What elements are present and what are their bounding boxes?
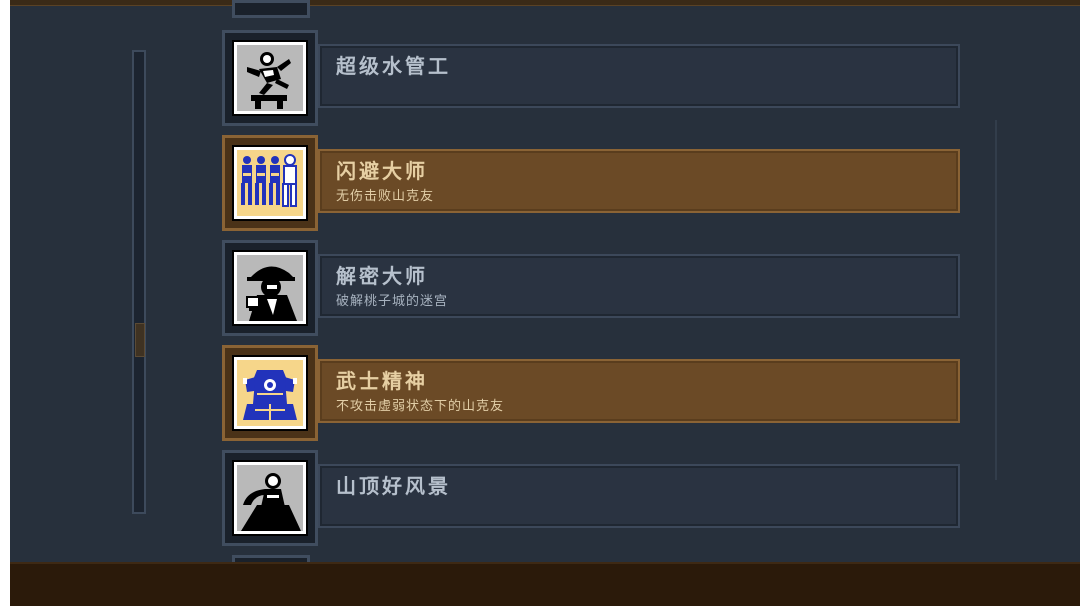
achievement-description: 不攻击虚弱状态下的山克友: [336, 399, 505, 414]
achievement-icon-frame: [222, 450, 318, 546]
dodge-afterimage-icon: [241, 154, 297, 207]
achievement-row[interactable]: 超级水管工: [222, 30, 962, 126]
achievement-row[interactable]: 解密大师 破解桃子城的迷宫: [222, 240, 962, 336]
achievement-description: 无伤击败山克友: [336, 189, 435, 204]
plumber-jump-icon: [247, 52, 291, 109]
decorative-divider: [995, 120, 997, 480]
scrollbar-thumb[interactable]: [135, 323, 145, 357]
achievement-icon-partial-top: [232, 0, 310, 18]
achievement-title: 山顶好风景: [336, 474, 451, 498]
achievement-bar: 闪避大师 无伤击败山克友: [318, 149, 960, 213]
achievement-title: 解密大师: [336, 264, 428, 288]
bottom-bar: [10, 562, 1080, 606]
achievement-bar: 山顶好风景: [318, 464, 960, 528]
mountain-top-icon: [241, 473, 301, 531]
achievement-icon-frame: [222, 135, 318, 231]
achievement-description: 破解桃子城的迷宫: [336, 294, 449, 309]
achievement-title: 超级水管工: [336, 54, 451, 78]
achievement-row[interactable]: 闪避大师 无伤击败山克友: [222, 135, 962, 231]
scrollbar-track[interactable]: [132, 50, 146, 514]
achievement-bar: 武士精神 不攻击虚弱状态下的山克友: [318, 359, 960, 423]
achievement-row[interactable]: 山顶好风景: [222, 450, 962, 546]
achievement-bar: 解密大师 破解桃子城的迷宫: [318, 254, 960, 318]
achievement-icon-frame: [222, 30, 318, 126]
samurai-armor-icon: [243, 370, 297, 420]
achievements-screen: 超级水管工 闪避大师 无伤击败山克友 解密大师 破解桃子城的迷宫 武士精神 不攻…: [10, 0, 1080, 606]
achievement-icon-frame: [222, 345, 318, 441]
detective-icon: [246, 266, 297, 321]
top-border: [10, 0, 1080, 6]
achievement-icon-frame: [222, 240, 318, 336]
achievement-title: 武士精神: [336, 369, 428, 393]
achievement-row[interactable]: 武士精神 不攻击虚弱状态下的山克友: [222, 345, 962, 441]
achievement-title: 闪避大师: [336, 159, 428, 183]
achievement-bar: 超级水管工: [318, 44, 960, 108]
